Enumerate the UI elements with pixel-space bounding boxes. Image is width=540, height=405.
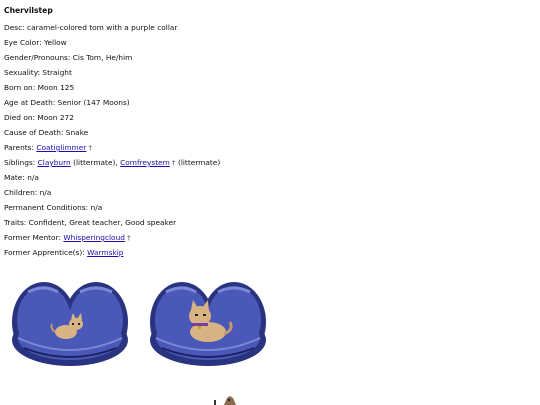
desc-value: caramel-colored tom with a purple collar — [27, 23, 178, 32]
parents-row: Parents: Coatiglimmer † — [4, 140, 534, 155]
born-row: Born on: Moon 125 — [4, 80, 534, 95]
gender-value: Cis Tom, He/him — [72, 53, 133, 62]
eye-color-label: Eye Color: — [4, 38, 42, 47]
sibling-note-clayburn: (littermate), — [73, 158, 118, 167]
sexuality-row: Sexuality: Straight — [4, 65, 534, 80]
collar — [192, 323, 208, 326]
nest-kitten-image — [12, 282, 128, 366]
parent-link-coatiglimmer[interactable]: Coatiglimmer — [36, 143, 86, 152]
former-mentor-row: Former Mentor: Whisperingcloud † — [4, 230, 534, 245]
sibling-note-comfreystem: (littermate) — [177, 158, 221, 167]
traits-label: Traits: — [4, 218, 27, 227]
permanent-conditions-value: n/a — [90, 203, 103, 212]
former-mentor-label: Former Mentor: — [4, 233, 61, 242]
sexuality-value: Straight — [42, 68, 72, 77]
children-value: n/a — [39, 188, 52, 197]
elder-sprite — [148, 278, 268, 368]
partial-sprite-bottom — [200, 396, 240, 405]
permanent-conditions-row: Permanent Conditions: n/a — [4, 200, 534, 215]
age-at-death-row: Age at Death: Senior (147 Moons) — [4, 95, 534, 110]
traits-row: Traits: Confident, Great teacher, Good s… — [4, 215, 534, 230]
sibling-link-comfreystem[interactable]: Comfreystem — [120, 158, 170, 167]
died-value: Moon 272 — [37, 113, 74, 122]
mate-value: n/a — [27, 173, 39, 182]
sexuality-label: Sexuality: — [4, 68, 41, 77]
desc-label: Desc: — [4, 23, 25, 32]
deceased-mark: † — [171, 158, 176, 167]
sprite-gallery — [10, 278, 280, 370]
siblings-label: Siblings: — [4, 158, 36, 167]
died-label: Died on: — [4, 113, 36, 122]
gender-label: Gender/Pronouns: — [4, 53, 71, 62]
deceased-mark: † — [88, 143, 93, 152]
sibling-link-clayburn[interactable]: Clayburn — [38, 158, 71, 167]
age-at-death-value: Senior (147 Moons) — [57, 98, 130, 107]
cat-profile: Chervilstep Desc: caramel-colored tom wi… — [4, 6, 534, 260]
cause-of-death-value: Snake — [65, 128, 89, 137]
cause-of-death-row: Cause of Death: Snake — [4, 125, 534, 140]
age-at-death-label: Age at Death: — [4, 98, 56, 107]
siblings-row: Siblings: Clayburn (littermate), Comfrey… — [4, 155, 534, 170]
born-value: Moon 125 — [37, 83, 75, 92]
born-label: Born on: — [4, 83, 36, 92]
desc-row: Desc: caramel-colored tom with a purple … — [4, 20, 534, 35]
children-row: Children: n/a — [4, 185, 534, 200]
children-label: Children: — [4, 188, 38, 197]
mentor-link-whisperingcloud[interactable]: Whisperingcloud — [63, 233, 125, 242]
died-row: Died on: Moon 272 — [4, 110, 534, 125]
deceased-mark: † — [126, 233, 131, 242]
gender-row: Gender/Pronouns: Cis Tom, He/him — [4, 50, 534, 65]
nest-cat-image — [150, 282, 266, 366]
mate-label: Mate: — [4, 173, 25, 182]
traits-value: Confident, Great teacher, Good speaker — [28, 218, 177, 227]
mate-row: Mate: n/a — [4, 170, 534, 185]
former-apprentices-label: Former Apprentice(s): — [4, 248, 85, 257]
kitten-sprite — [10, 278, 130, 368]
apprentice-link-warmskip[interactable]: Warmskip — [87, 248, 123, 257]
former-apprentices-row: Former Apprentice(s): Warmskip — [4, 245, 534, 260]
parents-label: Parents: — [4, 143, 34, 152]
eye-color-row: Eye Color: Yellow — [4, 35, 534, 50]
eye-color-value: Yellow — [43, 38, 67, 47]
cause-of-death-label: Cause of Death: — [4, 128, 64, 137]
cat-name-heading: Chervilstep — [4, 6, 53, 15]
permanent-conditions-label: Permanent Conditions: — [4, 203, 89, 212]
